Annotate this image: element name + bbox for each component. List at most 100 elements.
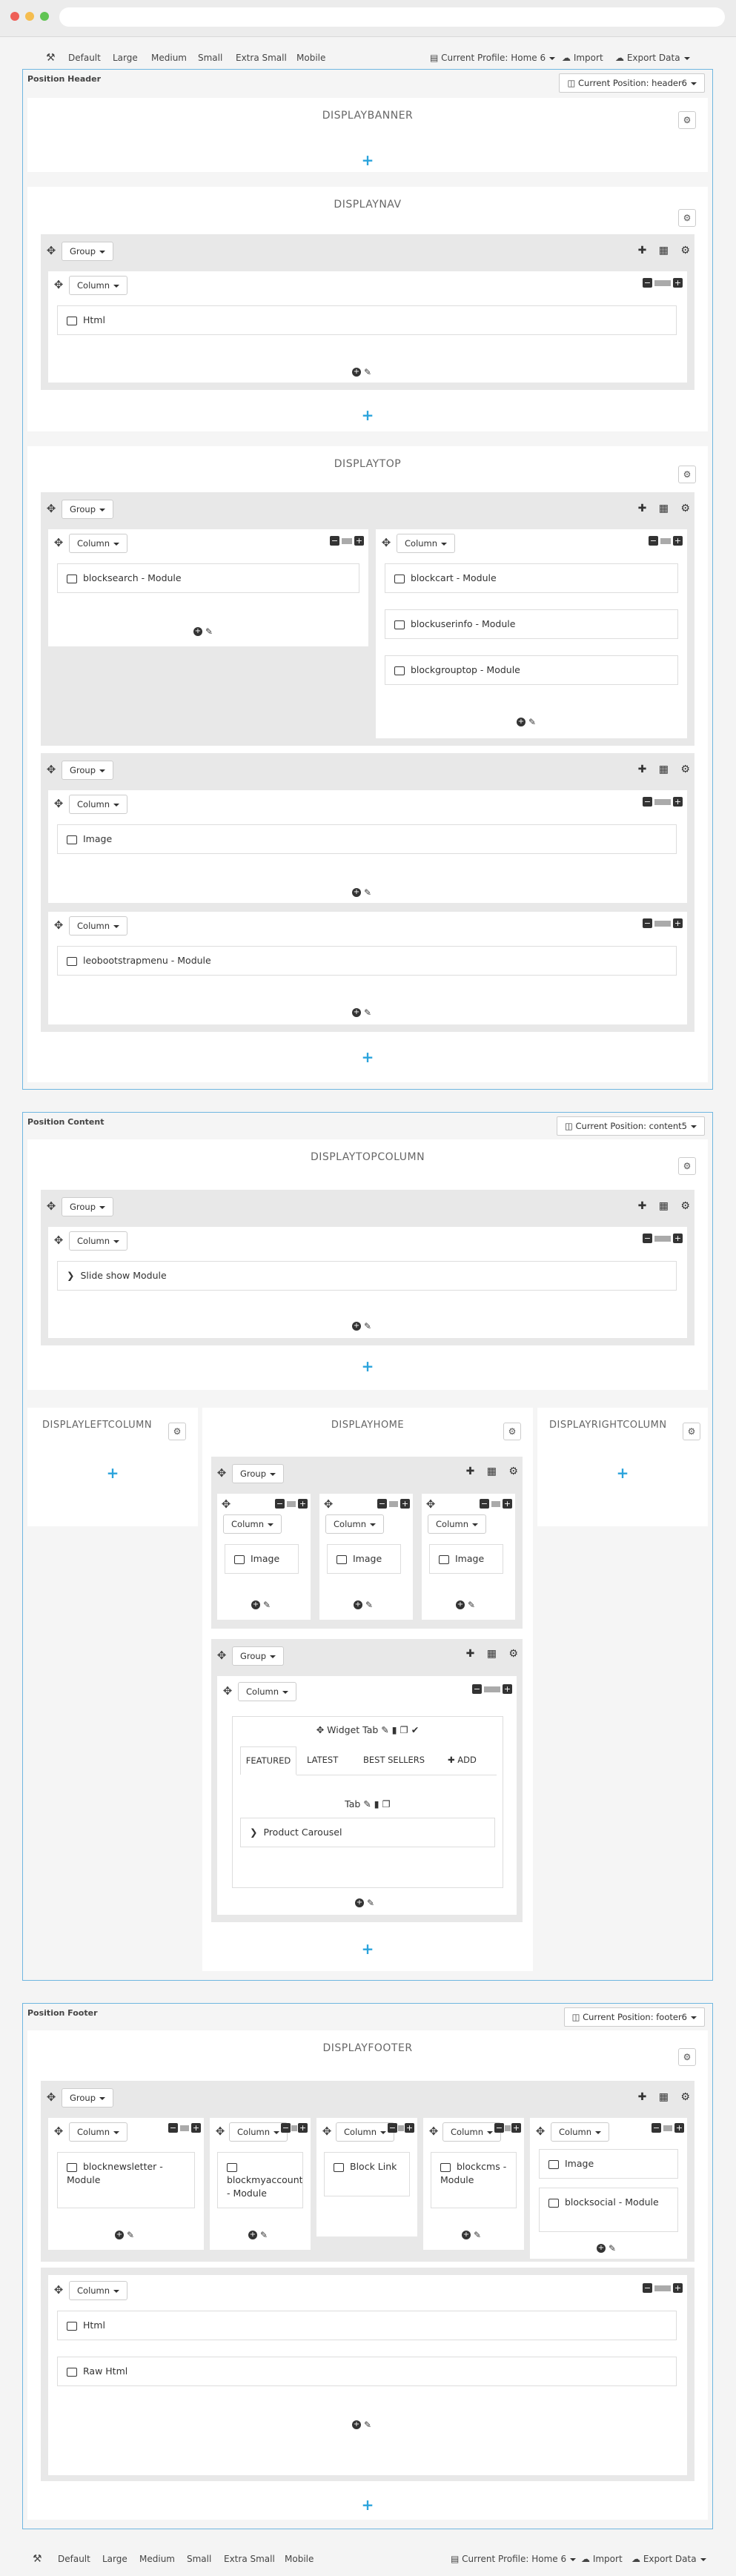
widget-block-link[interactable]: Block Link [324,2152,410,2196]
widget-raw-html[interactable]: Raw Html [57,2357,677,2386]
move-icon[interactable]: ✥ [425,1498,437,1510]
trash-icon[interactable]: ▮ [371,1798,379,1810]
trash-icon[interactable]: ▮ [389,1724,397,1735]
profile-dropdown[interactable]: ▤ Current Profile: Home 6 [451,2552,577,2566]
add-group-button[interactable]: + [360,1941,375,1956]
add-group-button[interactable]: + [615,1466,630,1480]
move-icon[interactable]: ✥ [321,2125,333,2137]
edit-icon[interactable]: ✎ [360,1798,371,1810]
column-width-tools[interactable]: − + [377,1498,410,1509]
widget-image[interactable]: Image [225,1544,299,1574]
widget-html[interactable]: Html [57,2311,677,2340]
view-large[interactable]: Large [113,50,138,65]
gear-icon[interactable]: ⚙ [678,1157,696,1175]
group-tools[interactable]: ✚ ▦ ⚙ [638,503,694,514]
widget-image[interactable]: Image [429,1544,503,1574]
widget-blocksearch[interactable]: blocksearch - Module [57,563,359,593]
move-icon[interactable]: ✥ [214,2125,226,2137]
tab-best-sellers[interactable]: BEST SELLERS [363,1746,425,1775]
add-group-button[interactable]: + [360,153,375,168]
widget-product-carousel[interactable]: ❯ Product Carousel [240,1818,495,1847]
column-width-tools[interactable]: − + [643,796,683,807]
column-dropdown[interactable]: Column [238,1682,297,1701]
view-medium[interactable]: Medium [139,2552,175,2566]
add-group-button[interactable]: + [360,1359,375,1374]
group-dropdown[interactable]: Group [62,500,114,519]
column-width-tools[interactable]: − + [643,1233,683,1243]
group-tools[interactable]: ✚ ▦ ⚙ [638,2091,694,2103]
column-footer-tools[interactable]: + ✎ [352,1320,371,1331]
add-group-button[interactable]: + [360,1050,375,1064]
column-dropdown[interactable]: Column [551,2122,610,2142]
column-width-tools[interactable]: − + [330,535,364,546]
add-group-button[interactable]: + [105,1466,120,1480]
group-tools[interactable]: ✚ ▦ ⚙ [638,245,694,256]
widget-blockuserinfo[interactable]: blockuserinfo - Module [385,609,678,639]
minimize-window-dot[interactable] [25,12,34,21]
view-default[interactable]: Default [58,2552,90,2566]
view-large[interactable]: Large [102,2552,127,2566]
move-icon[interactable]: ✥ [216,1467,228,1479]
gear-icon[interactable]: ⚙ [168,1423,186,1440]
export-button[interactable]: ☁ Export Data [631,2552,706,2566]
column-footer-tools[interactable]: + ✎ [115,2229,134,2240]
gear-icon[interactable]: ⚙ [678,2048,696,2066]
move-icon[interactable]: ✥ [216,1649,228,1661]
column-footer-tools[interactable]: + ✎ [354,1599,373,1610]
import-button[interactable]: ☁ Import [581,2552,623,2566]
move-icon[interactable]: ✥ [322,1498,334,1510]
widget-image[interactable]: Image [539,2149,678,2179]
group-dropdown[interactable]: Group [62,1197,114,1216]
group-tools[interactable]: ✚ ▦ ⚙ [638,1200,694,1212]
plus-icon[interactable]: + [673,278,683,288]
tools-icon[interactable]: ⚒ [46,50,56,65]
gear-icon[interactable]: ⚙ [678,466,696,483]
tab-add-button[interactable]: ✚ ADD [448,1746,477,1775]
column-width-tools[interactable]: − + [388,2122,414,2133]
column-width-tools[interactable]: − + [643,2282,683,2293]
view-mobile[interactable]: Mobile [285,2552,314,2566]
move-icon[interactable]: ✥ [222,1685,233,1697]
widget-blocksocial[interactable]: blocksocial - Module [539,2188,678,2232]
pencil-icon[interactable]: ✎ [364,367,371,377]
column-dropdown[interactable]: Column [69,534,128,553]
group-dropdown[interactable]: Group [62,2088,114,2108]
column-dropdown[interactable]: Column [69,2122,128,2142]
move-icon[interactable]: ✥ [220,1498,232,1510]
column-footer-tools[interactable]: + ✎ [193,626,213,637]
group-tools[interactable]: ✚ ▦ ⚙ [466,1466,523,1477]
column-dropdown[interactable]: Column [69,2281,128,2300]
move-icon[interactable]: ✥ [53,279,64,291]
minus-icon[interactable]: − [643,278,652,288]
group-dropdown[interactable]: Group [62,761,114,780]
column-footer-tools[interactable]: + ✎ [456,1599,475,1610]
group-dropdown[interactable]: Group [232,1646,285,1666]
column-footer-tools[interactable]: + ✎ [248,2229,268,2240]
column-width-tools[interactable]: − + [643,277,683,288]
widget-html[interactable]: Html [57,305,677,335]
column-width-tools[interactable]: − + [652,2122,684,2133]
header-position-select[interactable]: ◫ Current Position: header6 [559,73,705,93]
move-icon[interactable]: ✥ [428,2125,440,2137]
column-footer-tools[interactable]: + ✎ [517,716,536,727]
add-group-button[interactable]: + [360,2497,375,2512]
column-footer-tools[interactable]: + ✎ [355,1897,374,1908]
view-small[interactable]: Small [187,2552,211,2566]
column-dropdown[interactable]: Column [428,1514,487,1534]
move-icon[interactable]: ✥ [53,2125,64,2137]
column-footer-tools[interactable]: + ✎ [597,2242,616,2254]
move-icon[interactable]: ✥ [316,1724,327,1735]
move-icon[interactable]: ✥ [45,503,57,514]
column-width-tools[interactable]: − + [275,1498,308,1509]
widget-leobootstrapmenu[interactable]: leobootstrapmenu - Module [57,946,677,976]
move-icon[interactable]: ✥ [53,1234,64,1246]
column-dropdown[interactable]: Column [397,534,456,553]
group-tools[interactable]: ✚ ▦ ⚙ [466,1648,523,1660]
column-dropdown[interactable]: Column [325,1514,385,1534]
column-dropdown[interactable]: Column [229,2122,288,2142]
widget-slideshow[interactable]: ❯ Slide show Module [57,1261,677,1291]
address-bar[interactable] [59,7,725,27]
move-icon[interactable]: ✥ [45,2091,57,2103]
column-footer-tools[interactable]: + ✎ [352,366,371,377]
close-window-dot[interactable] [10,12,19,21]
